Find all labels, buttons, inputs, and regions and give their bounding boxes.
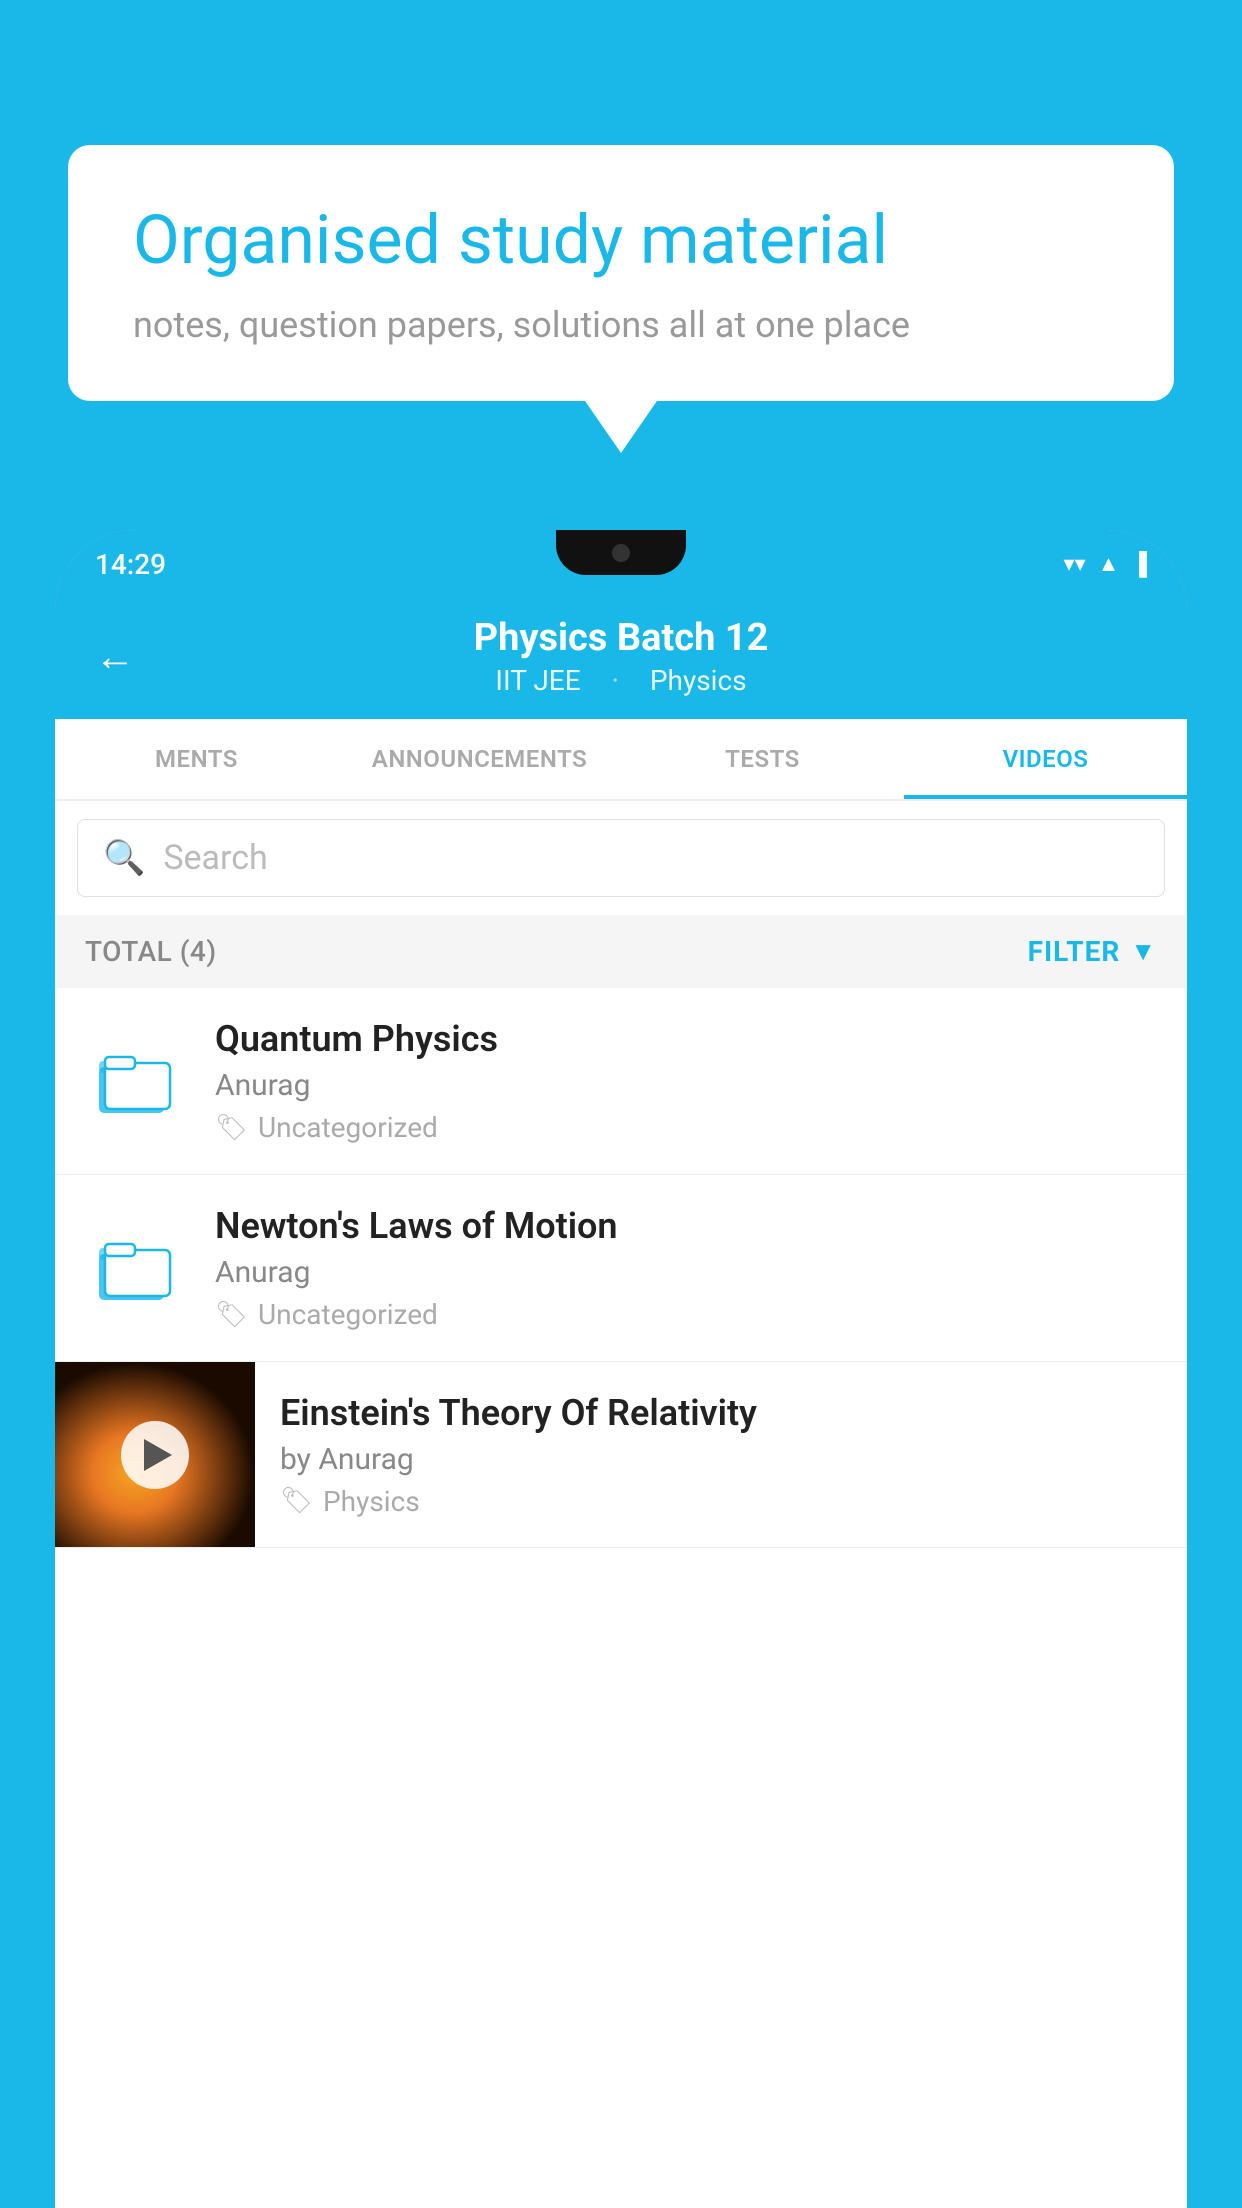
speech-bubble: Organised study material notes, question… [68,145,1174,401]
video-info-thumb: Einstein's Theory Of Relativity by Anura… [255,1367,1187,1543]
video-title-3: Einstein's Theory Of Relativity [280,1392,1162,1434]
folder-icon-wrap [85,1041,185,1121]
tag-icon-3: 🏷 [280,1486,313,1516]
list-item-thumb[interactable]: Einstein's Theory Of Relativity by Anura… [55,1362,1187,1548]
tag-icon-2: 🏷 [215,1300,248,1330]
video-info: Quantum Physics Anurag 🏷 Uncategorized [215,1018,1157,1144]
filter-icon: ▼ [1130,936,1157,967]
app-bar-subtitle: IIT JEE · Physics [474,664,769,697]
bubble-subtitle: notes, question papers, solutions all at… [133,304,1109,346]
tab-ments[interactable]: MENTS [55,719,338,799]
subtitle-divider: · [612,664,619,697]
tab-videos[interactable]: VIDEOS [904,719,1187,799]
video-info-2: Newton's Laws of Motion Anurag 🏷 Uncateg… [215,1205,1157,1331]
filter-button[interactable]: FILTER ▼ [1028,935,1157,968]
status-icons: ▾▾ ▲ ▐ [1064,551,1147,577]
search-bar-container: 🔍 Search [55,801,1187,915]
app-bar-content: Physics Batch 12 IIT JEE · Physics [474,616,769,697]
tab-tests[interactable]: TESTS [621,719,904,799]
subtitle-physics: Physics [650,664,747,697]
video-author-3: by Anurag [280,1442,1162,1477]
camera-dot [612,544,630,562]
folder-icon-wrap-2 [85,1228,185,1308]
battery-icon: ▐ [1131,551,1147,577]
notch [556,530,686,575]
phone-frame: 14:29 ▾▾ ▲ ▐ ← Physics Batch 12 [55,530,1187,2208]
video-author-2: Anurag [215,1255,1157,1290]
tag-icon: 🏷 [215,1113,248,1143]
search-placeholder: Search [163,838,267,878]
play-button-overlay[interactable] [121,1421,189,1489]
video-title: Quantum Physics [215,1018,1157,1060]
tab-announcements[interactable]: ANNOUNCEMENTS [338,719,621,799]
status-bar: 14:29 ▾▾ ▲ ▐ [55,530,1187,598]
status-time: 14:29 [95,548,166,581]
video-thumbnail [55,1362,255,1547]
speech-bubble-section: Organised study material notes, question… [68,145,1174,401]
list-item[interactable]: Quantum Physics Anurag 🏷 Uncategorized [55,988,1187,1175]
bubble-title: Organised study material [133,200,1109,282]
folder-icon [95,1041,175,1121]
list-item[interactable]: Newton's Laws of Motion Anurag 🏷 Uncateg… [55,1175,1187,1362]
back-button[interactable]: ← [95,633,135,680]
tabs-container: MENTS ANNOUNCEMENTS TESTS VIDEOS [55,719,1187,801]
total-count: TOTAL (4) [85,935,217,968]
video-tag: 🏷 Uncategorized [215,1111,1157,1144]
tag-label: Uncategorized [258,1111,438,1144]
app-bar-title: Physics Batch 12 [474,616,769,660]
video-list: Quantum Physics Anurag 🏷 Uncategorized [55,988,1187,1548]
phone-screen: 14:29 ▾▾ ▲ ▐ ← Physics Batch 12 [55,530,1187,2208]
filter-bar: TOTAL (4) FILTER ▼ [55,915,1187,988]
filter-label: FILTER [1028,935,1121,968]
video-tag-3: 🏷 Physics [280,1485,1162,1518]
app-bar: ← Physics Batch 12 IIT JEE · Physics [55,598,1187,719]
search-icon: 🔍 [103,838,145,878]
wifi-icon: ▾▾ [1064,552,1086,577]
subtitle-iitjee: IIT JEE [495,664,580,697]
folder-icon-2 [95,1228,175,1308]
tag-label-2: Uncategorized [258,1298,438,1331]
phone-inner: 14:29 ▾▾ ▲ ▐ ← Physics Batch 12 [55,530,1187,2208]
video-author: Anurag [215,1068,1157,1103]
tag-label-3: Physics [323,1485,420,1518]
signal-icon: ▲ [1098,551,1120,577]
video-title-2: Newton's Laws of Motion [215,1205,1157,1247]
video-tag-2: 🏷 Uncategorized [215,1298,1157,1331]
search-bar[interactable]: 🔍 Search [77,819,1165,897]
play-triangle-icon [144,1439,172,1471]
